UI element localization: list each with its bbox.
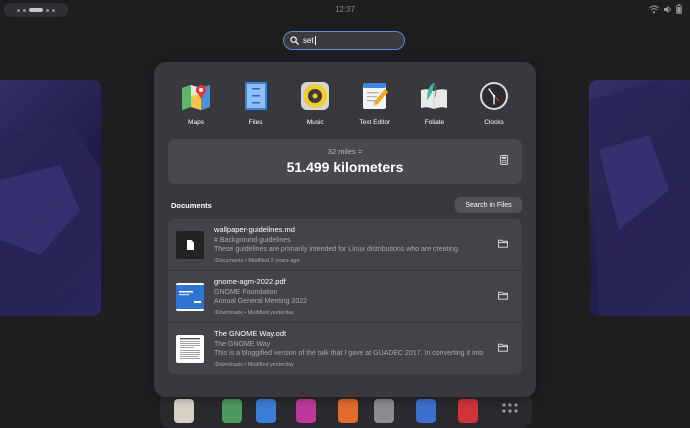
- wallpaper-shape: [0, 120, 101, 316]
- app-label: Maps: [188, 119, 204, 126]
- app-result-maps[interactable]: Maps: [168, 76, 224, 134]
- open-folder-icon[interactable]: [498, 291, 508, 300]
- document-result-item[interactable]: wallpaper-guidelines.md # Background gui…: [168, 219, 522, 269]
- music-icon: [301, 82, 330, 110]
- document-result-item[interactable]: The GNOME Way.odt The GNOME Way This is …: [168, 322, 522, 373]
- dock-app-web[interactable]: [256, 399, 276, 423]
- document-title: gnome-agm-2022.pdf: [214, 277, 286, 286]
- document-snippet: Annual General Meeting 2022: [214, 298, 308, 305]
- app-result-files[interactable]: Files: [228, 76, 284, 134]
- document-location: /Downloads • Modified yesterday: [214, 310, 294, 316]
- slide-thumbnail: [176, 283, 204, 311]
- document-location: /Downloads • Modified yesterday: [214, 362, 294, 368]
- search-in-files-button[interactable]: Search in Files: [455, 197, 522, 213]
- document-result-item[interactable]: gnome-agm-2022.pdf GNOME Foundation Annu…: [168, 270, 522, 321]
- app-label: Music: [306, 119, 324, 126]
- show-apps-icon[interactable]: [500, 399, 520, 423]
- wallpaper-shape: [589, 80, 690, 316]
- document-snippet: GNOME Foundation: [214, 289, 278, 296]
- app-result-text-editor[interactable]: Text Editor: [347, 76, 403, 134]
- document-results-list: wallpaper-guidelines.md # Background gui…: [168, 219, 522, 374]
- document-location: /Documents • Modified 2 years ago: [214, 258, 300, 264]
- app-result-clocks[interactable]: Clocks: [466, 76, 522, 134]
- text-file-icon: [176, 231, 204, 259]
- files-icon: [244, 82, 267, 110]
- document-snippet: # Background guidelines: [214, 237, 291, 244]
- dock-app-builder[interactable]: [374, 399, 394, 423]
- search-results-panel: Maps Files Music Text Editor Foliate Clo…: [154, 62, 536, 397]
- calculator-result[interactable]: 32 miles = 51.499 kilometers: [168, 139, 522, 184]
- calculator-answer: 51.499 kilometers: [286, 159, 404, 175]
- document-snippet: The GNOME Way: [214, 341, 271, 348]
- app-result-foliate[interactable]: Foliate: [406, 76, 462, 134]
- clocks-icon: [479, 82, 508, 110]
- documents-section-title: Documents: [171, 201, 212, 210]
- app-label: Clocks: [484, 119, 504, 126]
- battery-icon: [676, 4, 682, 14]
- dock-app-software[interactable]: [458, 399, 478, 423]
- dock-app-calendar[interactable]: [174, 399, 194, 423]
- top-bar: 12:37: [0, 0, 690, 20]
- app-label: Text Editor: [359, 119, 391, 126]
- document-title: wallpaper-guidelines.md: [214, 225, 295, 234]
- volume-icon: [664, 5, 671, 13]
- dock-app-maps[interactable]: [222, 399, 242, 423]
- maps-icon: [182, 85, 210, 110]
- app-results: Maps Files Music Text Editor Foliate Clo…: [168, 76, 522, 134]
- search-input[interactable]: set: [283, 31, 405, 50]
- foliate-icon: [421, 82, 448, 109]
- text-editor-icon: [362, 83, 388, 109]
- text-caret: [314, 36, 316, 45]
- open-folder-icon[interactable]: [498, 343, 508, 352]
- open-folder-icon[interactable]: [498, 239, 508, 248]
- calculator-query: 32 miles =: [327, 147, 363, 156]
- dock-app-color[interactable]: [296, 399, 316, 423]
- workspace-preview-right[interactable]: [589, 80, 690, 316]
- search-input-value: set: [303, 36, 314, 45]
- workspace-preview-left[interactable]: [0, 80, 101, 316]
- document-snippet: These guidelines are primarily intended …: [214, 246, 458, 253]
- clock[interactable]: 12:37: [0, 5, 690, 14]
- document-thumbnail: [176, 335, 204, 363]
- document-snippet: This is a bloggified version of the talk…: [214, 350, 484, 357]
- wifi-icon: [649, 5, 659, 13]
- dock: [160, 392, 532, 428]
- app-result-music[interactable]: Music: [287, 76, 343, 134]
- app-label: Foliate: [424, 119, 445, 126]
- search-icon: [290, 36, 299, 45]
- document-title: The GNOME Way.odt: [214, 329, 287, 338]
- calculator-icon: [500, 155, 508, 165]
- dock-app-files[interactable]: [338, 399, 358, 423]
- system-tray[interactable]: [649, 4, 682, 14]
- dock-app-editor[interactable]: [416, 399, 436, 423]
- app-label: Files: [248, 119, 263, 126]
